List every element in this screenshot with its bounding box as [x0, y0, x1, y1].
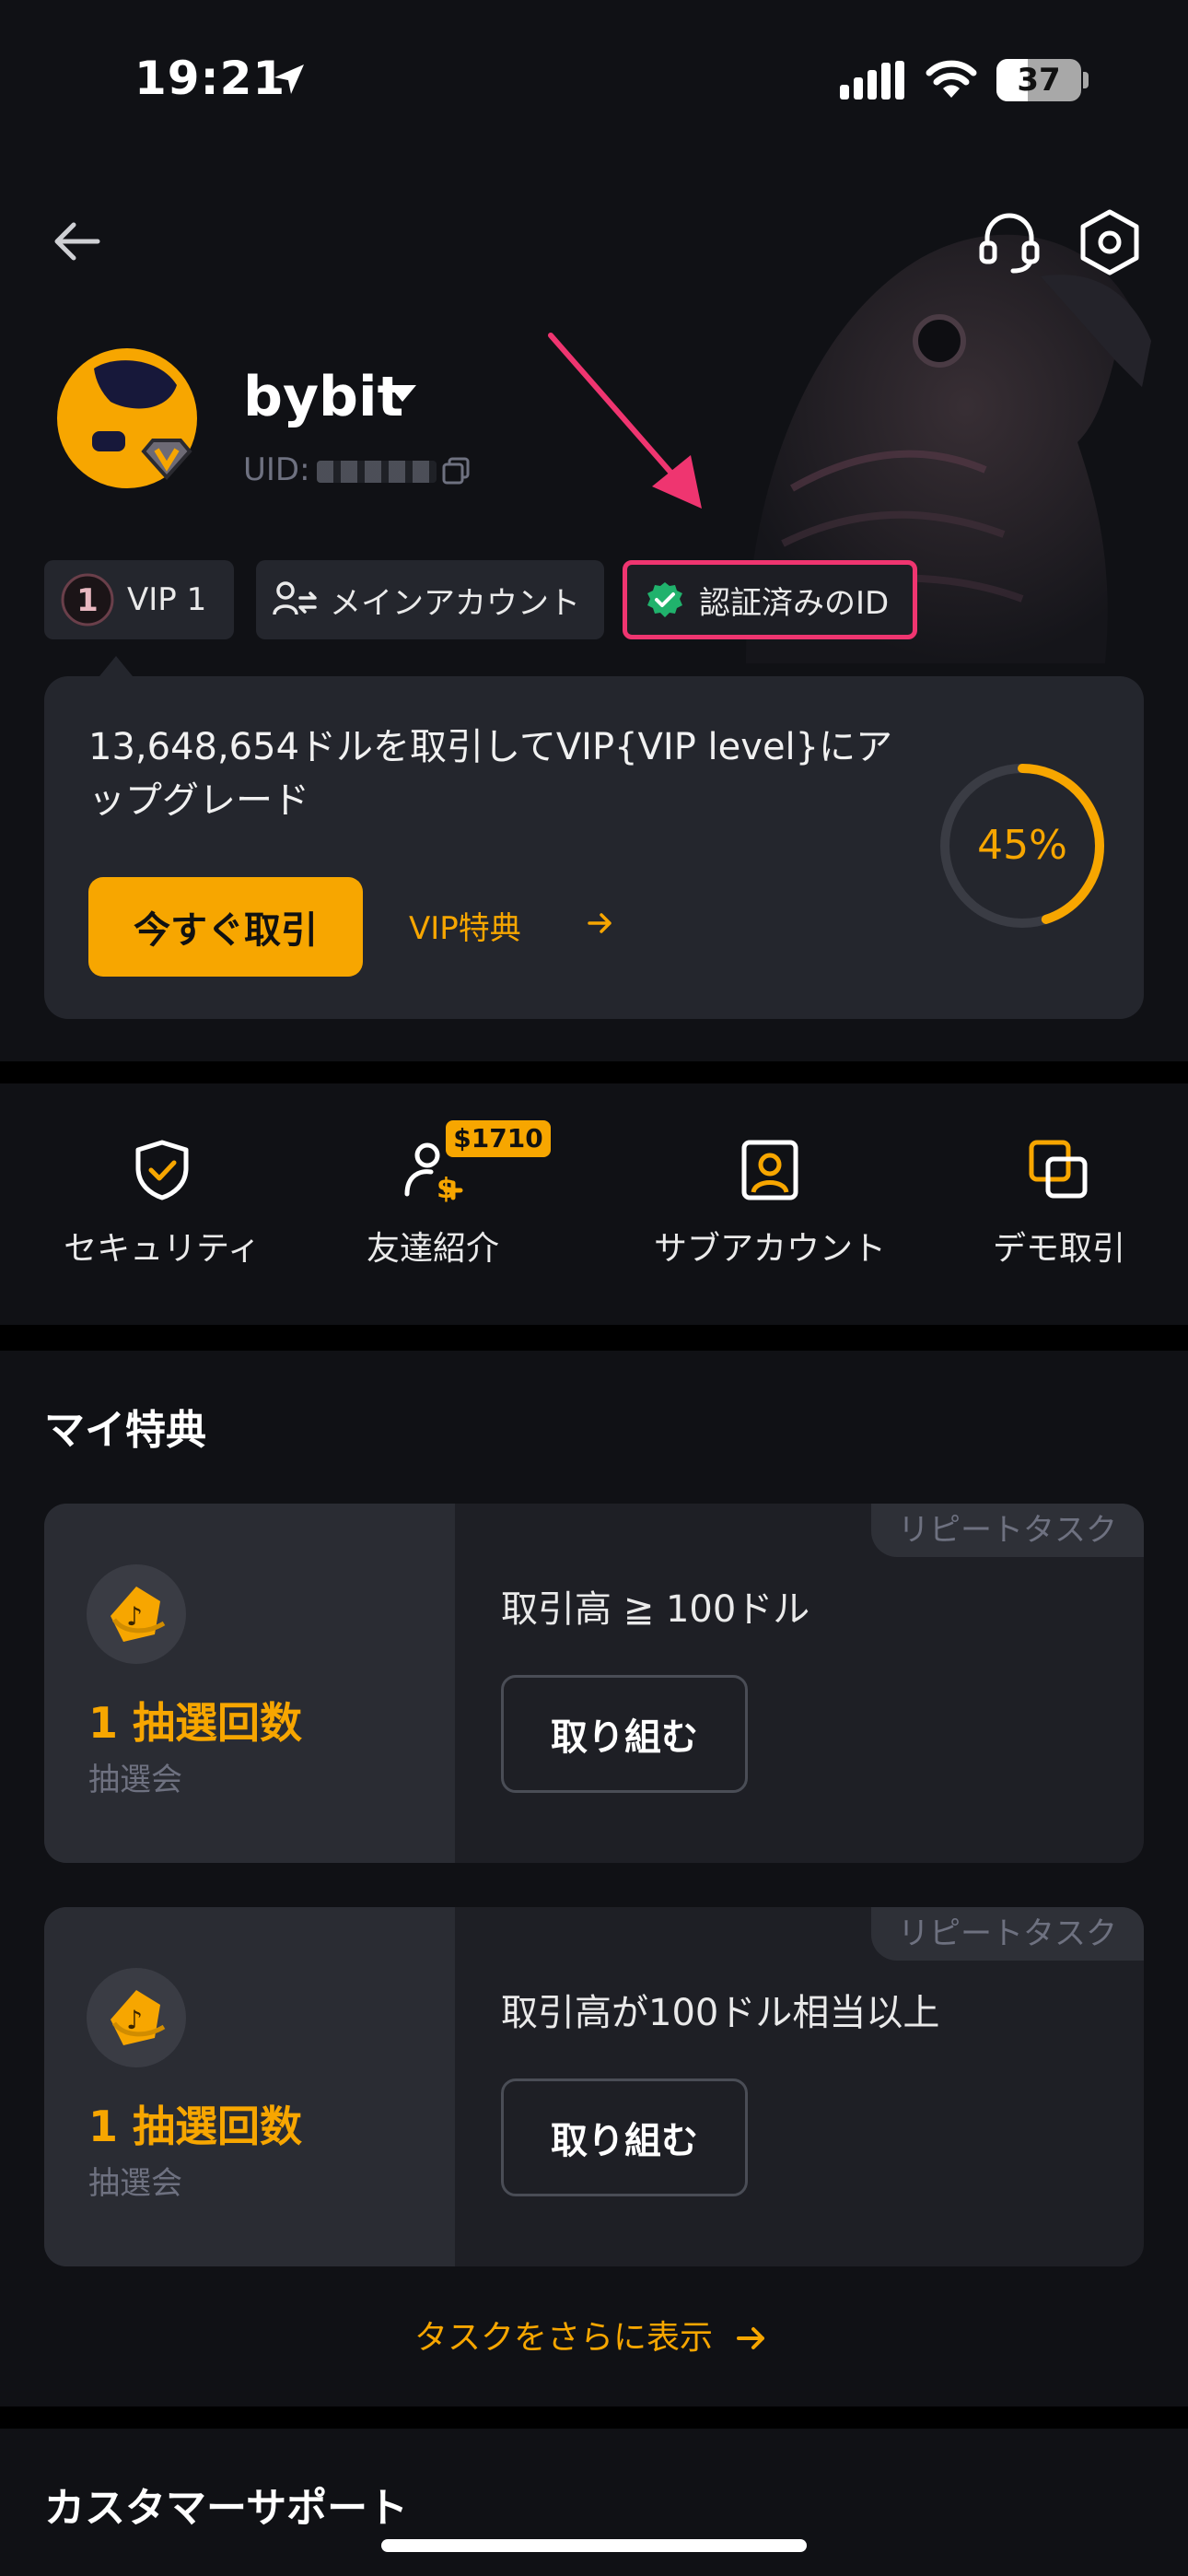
status-bar: 19:21 37: [0, 0, 1188, 157]
demo-trade-shortcut[interactable]: デモ取引: [939, 1137, 1179, 1270]
caret-down-icon[interactable]: [387, 381, 418, 405]
customer-support-title: カスタマーサポート: [44, 2485, 409, 2532]
verified-id-chip[interactable]: 認証済みのID: [623, 560, 917, 639]
vip-upgrade-card: 13,648,654ドルを取引してVIP{VIP level}にアップグレード …: [44, 676, 1144, 1019]
task-reward-panel: ♪ 1 抽選回数 抽選会: [44, 1907, 455, 2266]
sub-account-shortcut[interactable]: サブアカウント: [650, 1137, 890, 1270]
uid-redacted-value: [317, 461, 437, 483]
repeat-task-tag: リピートタスク: [871, 1907, 1144, 1961]
vip-benefits-link[interactable]: VIP特典: [409, 903, 521, 948]
section-divider: [0, 1061, 1188, 1083]
lottery-ticket-icon: ♪: [87, 1968, 186, 2067]
referral-label: 友達紹介: [366, 1230, 499, 1268]
arrow-right-icon[interactable]: [586, 908, 615, 938]
security-shortcut[interactable]: セキュリティ: [42, 1137, 282, 1270]
start-task-button[interactable]: 取り組む: [501, 2078, 748, 2196]
vip-progress-percent: 45%: [977, 822, 1067, 869]
my-benefits-title: マイ特典: [44, 1407, 206, 1454]
avatar[interactable]: [57, 348, 197, 488]
main-account-chip[interactable]: メインアカウント: [256, 560, 604, 639]
lottery-count: 1 抽選回数: [88, 1698, 303, 1748]
sub-account-icon: [741, 1140, 798, 1200]
account-username[interactable]: bybit: [243, 365, 403, 429]
battery-tip: [1083, 72, 1089, 88]
chip-pointer: [99, 656, 133, 676]
back-arrow-icon[interactable]: [48, 212, 107, 271]
show-more-tasks-link[interactable]: タスクをさらに表示: [414, 2311, 713, 2359]
home-indicator[interactable]: [381, 2539, 807, 2552]
uid-label: UID:: [243, 451, 310, 488]
headset-support-icon[interactable]: [976, 208, 1042, 275]
task-card: ♪ 1 抽選回数 抽選会 リピートタスク 取引高 ≧ 100ドル 取り組む: [44, 1504, 1144, 1863]
user-switch-icon: [273, 581, 317, 615]
wifi-icon: [926, 60, 977, 98]
task-reward-panel: ♪ 1 抽選回数 抽選会: [44, 1504, 455, 1863]
battery-percent: 37: [1017, 62, 1061, 99]
lottery-label: 抽選会: [88, 2165, 182, 2202]
location-arrow-icon: [274, 64, 304, 94]
vip-level-label: VIP 1: [127, 581, 207, 618]
referral-reward-badge: $1710: [446, 1120, 551, 1157]
svg-text:1: 1: [76, 582, 99, 619]
demo-trade-icon: [1029, 1140, 1088, 1199]
repeat-task-tag: リピートタスク: [871, 1504, 1144, 1557]
annotation-arrow-icon: [548, 333, 702, 509]
task-condition: 取引高 ≧ 100ドル: [501, 1588, 810, 1631]
cellular-signal-icon: [840, 61, 904, 100]
lottery-ticket-icon: ♪: [87, 1564, 186, 1664]
section-divider: [0, 1325, 1188, 1351]
security-label: セキュリティ: [64, 1230, 261, 1268]
lottery-label: 抽選会: [88, 1762, 182, 1798]
settings-hexagon-icon[interactable]: [1076, 208, 1144, 276]
svg-text:♪: ♪: [126, 2005, 143, 2035]
verified-check-icon: [647, 582, 682, 617]
vip-level-chip[interactable]: 1 VIP 1: [44, 560, 234, 639]
section-divider: [0, 2406, 1188, 2429]
status-time: 19:21: [134, 52, 286, 105]
trade-now-button[interactable]: 今すぐ取引: [88, 877, 363, 977]
copy-icon[interactable]: [440, 455, 472, 486]
vip-upgrade-message: 13,648,654ドルを取引してVIP{VIP level}にアップグレード: [88, 726, 893, 822]
task-card: ♪ 1 抽選回数 抽選会 リピートタスク 取引高が100ドル相当以上 取り組む: [44, 1907, 1144, 2266]
task-condition: 取引高が100ドル相当以上: [501, 1992, 940, 2034]
vip-level-badge-icon: 1: [61, 573, 114, 626]
svg-text:♪: ♪: [126, 1601, 143, 1632]
start-task-button[interactable]: 取り組む: [501, 1675, 748, 1793]
verified-id-label: 認証済みのID: [699, 584, 890, 622]
lottery-count: 1 抽選回数: [88, 2102, 303, 2151]
demo-trade-label: デモ取引: [992, 1230, 1125, 1268]
sub-account-label: サブアカウント: [653, 1230, 886, 1268]
main-account-label: メインアカウント: [330, 584, 580, 622]
arrow-right-icon[interactable]: [735, 2322, 768, 2355]
battery-indicator: 37: [996, 59, 1081, 101]
shield-check-icon: [135, 1140, 189, 1200]
